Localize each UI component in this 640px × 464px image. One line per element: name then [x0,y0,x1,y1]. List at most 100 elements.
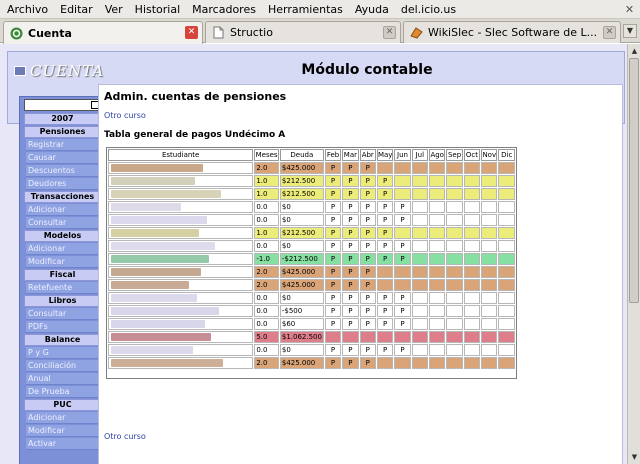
table-row: 0.0 -$500 P P P P P [108,305,515,317]
student-name-cell [108,188,254,200]
sidebar-item[interactable]: P y G [26,347,101,359]
sidebar-section-libros[interactable]: Libros [24,295,101,307]
scrollbar-thumb[interactable] [629,58,639,303]
month-cell [498,318,515,330]
tab-list-icon[interactable]: ▼ [623,24,637,38]
close-tab-icon[interactable]: ✕ [383,26,396,39]
month-cell [411,227,429,239]
months-cell: 0.0 [254,344,279,356]
close-icon[interactable]: ✕ [623,3,636,16]
month-cell [463,253,481,265]
month-cell [463,305,481,317]
month-cell [446,240,463,252]
table-row: 1.0 $212.500 P P P P [108,188,515,200]
month-cell [498,279,515,291]
sidebar-section-puc[interactable]: PUC [24,399,101,411]
other-course-link-bottom[interactable]: Otro curso [104,432,146,441]
month-cell: P [342,357,359,369]
debt-cell: $425.000 [279,266,324,278]
menu-ayuda[interactable]: Ayuda [349,3,395,16]
debt-cell: $425.000 [279,162,324,174]
month-cell [411,357,429,369]
month-cell [342,331,359,343]
sidebar-item[interactable]: Conciliación [26,360,101,372]
month-cell [481,188,498,200]
month-cell [429,227,446,239]
scroll-up-icon[interactable]: ▲ [629,45,640,57]
student-name-cell [108,305,254,317]
tab-structio[interactable]: Structio ✕ [205,21,401,43]
month-cell [498,240,515,252]
sidebar-section-fiscal[interactable]: Fiscal [24,269,101,281]
sidebar-section-transacciones[interactable]: Transacciones [24,191,101,203]
month-cell [498,253,515,265]
month-cell [481,227,498,239]
sidebar-section-balance[interactable]: Balance [24,334,101,346]
column-header: May [376,149,394,161]
sidebar-item[interactable]: Deudores [26,178,101,190]
close-tab-icon[interactable]: ✕ [185,26,198,39]
month-cell: P [342,344,359,356]
menu-marcadores[interactable]: Marcadores [186,3,262,16]
sidebar-item[interactable]: De Prueba [26,386,101,398]
sidebar-item[interactable]: Causar [26,152,101,164]
menu-historial[interactable]: Historial [129,3,186,16]
debt-cell: $1.062.500 [279,331,324,343]
column-header: Jul [411,149,429,161]
scroll-down-icon[interactable]: ▼ [629,451,640,463]
close-tab-icon[interactable]: ✕ [603,26,616,39]
sidebar-section-pensiones[interactable]: Pensiones [24,126,101,138]
month-cell: P [394,201,411,213]
sidebar-item[interactable]: PDFs [26,321,101,333]
sidebar-section-modelos[interactable]: Modelos [24,230,101,242]
menu-ver[interactable]: Ver [99,3,129,16]
month-cell [481,201,498,213]
sidebar-item[interactable]: Modificar [26,256,101,268]
sidebar-section-2007[interactable]: 2007 [24,113,101,125]
month-cell: P [342,266,359,278]
month-cell: P [376,318,394,330]
sidebar-item[interactable]: Retefuente [26,282,101,294]
month-cell: P [359,292,376,304]
redacted-name [111,346,193,354]
tab-wikislec[interactable]: WikiSlec - Slec Software de L... ✕ [403,21,621,43]
sidebar-item[interactable]: Adicionar [26,243,101,255]
other-course-link[interactable]: Otro curso [104,111,146,120]
vertical-scrollbar[interactable]: ▲ ▼ [627,44,640,464]
month-cell [463,318,481,330]
menu-delicious[interactable]: del.icio.us [395,3,462,16]
sidebar-item[interactable]: Descuentos [26,165,101,177]
menu-editar[interactable]: Editar [54,3,99,16]
sidebar-item[interactable]: Modificar [26,425,101,437]
sidebar-item[interactable]: Consultar [26,217,101,229]
month-cell [463,240,481,252]
month-cell [446,318,463,330]
column-header: Abr [359,149,376,161]
sidebar-item[interactable]: Consultar [26,308,101,320]
month-cell: P [359,305,376,317]
month-cell [446,305,463,317]
sidebar-item[interactable]: Registrar [26,139,101,151]
sidebar-item[interactable]: Adicionar [26,412,101,424]
menu-bar: Archivo Editar Ver Historial Marcadores … [0,0,640,19]
month-cell [463,162,481,174]
month-cell [429,344,446,356]
month-cell [429,201,446,213]
table-row: -1.0 -$212.500 P P P P P [108,253,515,265]
sidebar-item[interactable]: Adicionar [26,204,101,216]
month-cell: P [394,253,411,265]
month-cell: P [324,175,342,187]
tab-cuenta[interactable]: Cuenta ✕ [3,21,203,44]
menu-herramientas[interactable]: Herramientas [262,3,349,16]
month-cell [376,357,394,369]
debt-cell: $212.500 [279,227,324,239]
table-row: 5.0 $1.062.500 [108,331,515,343]
month-cell: P [376,253,394,265]
month-cell [481,305,498,317]
month-cell: P [324,357,342,369]
sidebar-search-field[interactable] [24,99,101,111]
month-cell [429,357,446,369]
sidebar-item[interactable]: Activar [26,438,101,450]
sidebar-item[interactable]: Anual [26,373,101,385]
menu-archivo[interactable]: Archivo [0,3,54,16]
